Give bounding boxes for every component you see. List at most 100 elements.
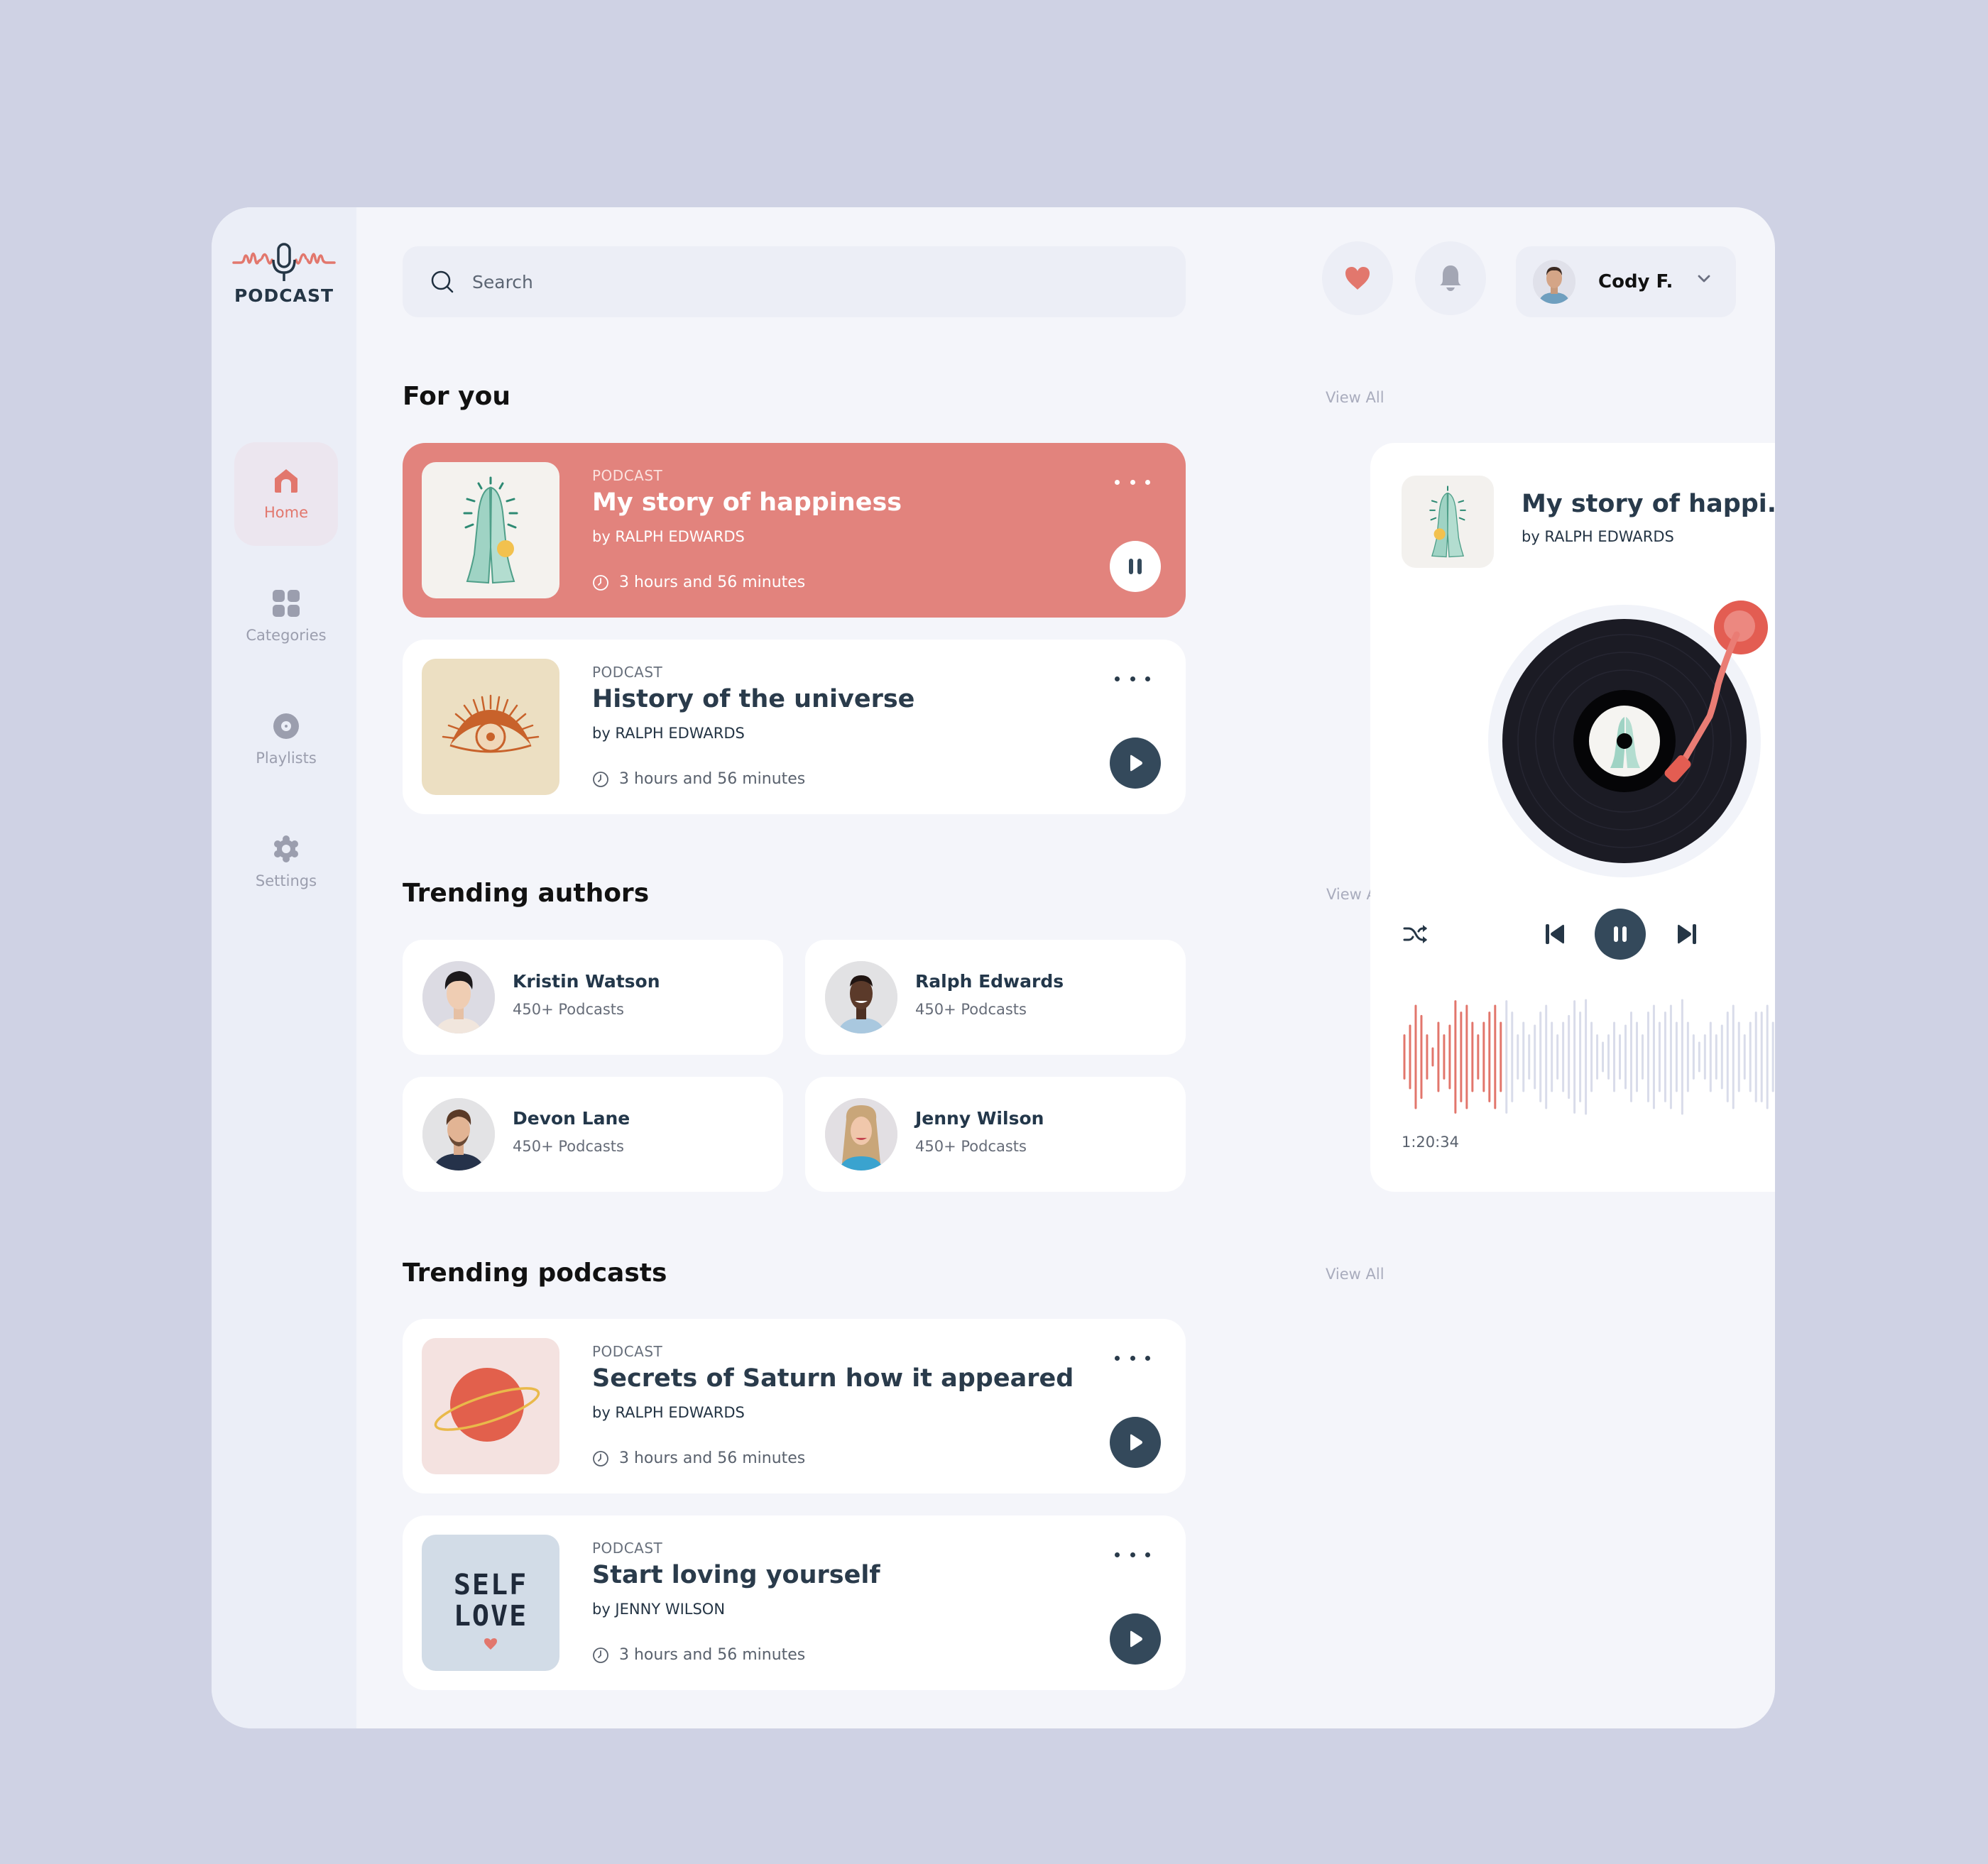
- disc-icon: [273, 713, 299, 739]
- podcast-author: by JENNY WILSON: [592, 1601, 726, 1618]
- author-avatar: [422, 1098, 495, 1171]
- podcast-author: by RALPH EDWARDS: [592, 725, 745, 742]
- clock-icon: [593, 1450, 608, 1466]
- gear-icon: [274, 835, 298, 862]
- podcast-card[interactable]: PODCAST Secrets of Saturn how it appeare…: [403, 1319, 1186, 1493]
- play-button[interactable]: [1110, 1613, 1161, 1665]
- main-content: Cody F. For you View All: [356, 207, 1775, 1728]
- podcast-duration: 3 hours and 56 minutes: [592, 574, 805, 591]
- sidebar: PODCAST Home Categories Playlists Settin…: [212, 207, 356, 1728]
- podcast-card[interactable]: SELF LOVE PODCAST Start loving yourself …: [403, 1515, 1186, 1690]
- author-card[interactable]: Devon Lane 450+ Podcasts: [403, 1077, 783, 1192]
- section-title-for-you: For you: [403, 382, 510, 411]
- sidebar-item-label: Home: [263, 504, 308, 521]
- author-card[interactable]: Kristin Watson 450+ Podcasts: [403, 940, 783, 1055]
- author-name: Kristin Watson: [513, 971, 660, 992]
- author-podcast-count: 450+ Podcasts: [915, 1001, 1027, 1018]
- current-time: 1:20:34: [1402, 1134, 1459, 1151]
- search-bar[interactable]: [403, 246, 1186, 317]
- podcast-kind: PODCAST: [592, 1343, 663, 1360]
- author-name: Devon Lane: [513, 1108, 630, 1129]
- section-title-trending-podcasts: Trending podcasts: [403, 1259, 667, 1288]
- user-profile-menu[interactable]: Cody F.: [1516, 246, 1736, 317]
- podcast-artwork: SELF LOVE: [422, 1535, 559, 1671]
- podcast-logo-icon: [232, 243, 336, 281]
- notifications-button[interactable]: [1415, 241, 1486, 315]
- podcast-artwork: [422, 1338, 559, 1474]
- author-name: Ralph Edwards: [915, 971, 1064, 992]
- pause-icon: [1614, 926, 1627, 942]
- section-title-trending-authors: Trending authors: [403, 879, 650, 908]
- author-avatar: [825, 961, 897, 1034]
- play-icon: [1130, 1434, 1142, 1451]
- now-playing-panel: My story of happi... by RALPH EDWARDS 1:…: [1370, 443, 1775, 1192]
- previous-button[interactable]: [1541, 909, 1569, 960]
- more-options-button[interactable]: [1115, 668, 1150, 689]
- podcast-card[interactable]: PODCAST My story of happiness by RALPH E…: [403, 443, 1186, 618]
- author-avatar: [825, 1098, 897, 1171]
- for-you-view-all-link[interactable]: View All: [1326, 389, 1384, 406]
- clock-icon: [593, 771, 608, 787]
- app-window: PODCAST Home Categories Playlists Settin…: [212, 207, 1775, 1728]
- grid-icon: [273, 590, 300, 617]
- next-button[interactable]: [1673, 909, 1701, 960]
- home-icon: [275, 469, 297, 493]
- logo: PODCAST: [212, 243, 356, 306]
- user-name: Cody F.: [1598, 271, 1673, 292]
- now-playing-author: by RALPH EDWARDS: [1522, 528, 1674, 545]
- sidebar-item-categories[interactable]: Categories: [234, 565, 338, 669]
- podcast-kind: PODCAST: [592, 664, 663, 681]
- vinyl-turntable: [1488, 601, 1768, 877]
- podcast-artwork: [422, 462, 559, 598]
- sidebar-item-label: Settings: [255, 872, 317, 889]
- sidebar-item-playlists[interactable]: Playlists: [234, 688, 338, 791]
- shuffle-icon: [1403, 925, 1427, 943]
- favorites-button[interactable]: [1322, 241, 1393, 315]
- sidebar-item-label: Playlists: [256, 750, 317, 767]
- now-playing-title: My story of happi...: [1522, 490, 1775, 518]
- podcast-artwork: [422, 659, 559, 795]
- podcast-title[interactable]: History of the universe: [592, 685, 914, 713]
- logo-text: PODCAST: [234, 285, 334, 306]
- heart-icon: [1345, 267, 1370, 290]
- artwork-text: SELF: [453, 1569, 528, 1601]
- now-playing-artwork: [1402, 476, 1494, 568]
- heart-icon: [484, 1638, 497, 1650]
- podcast-title[interactable]: Secrets of Saturn how it appeared: [592, 1364, 1074, 1393]
- author-card[interactable]: Jenny Wilson 450+ Podcasts: [805, 1077, 1186, 1192]
- clock-icon: [593, 1647, 608, 1663]
- play-button[interactable]: [1110, 1417, 1161, 1468]
- sidebar-item-home[interactable]: Home: [234, 442, 338, 546]
- clock-icon: [593, 574, 608, 591]
- more-options-button[interactable]: [1115, 471, 1150, 493]
- user-avatar: [1533, 260, 1575, 304]
- artwork-text: LOVE: [453, 1600, 528, 1633]
- search-input[interactable]: [472, 271, 1111, 292]
- podcast-author: by RALPH EDWARDS: [592, 1404, 745, 1421]
- shuffle-button[interactable]: [1402, 909, 1430, 960]
- more-options-button[interactable]: [1115, 1544, 1150, 1565]
- podcast-title[interactable]: My story of happiness: [592, 488, 902, 517]
- play-button[interactable]: [1110, 738, 1161, 789]
- trending-podcasts-view-all-link[interactable]: View All: [1326, 1266, 1384, 1283]
- author-podcast-count: 450+ Podcasts: [513, 1138, 624, 1155]
- more-options-button[interactable]: [1115, 1347, 1150, 1369]
- podcast-kind: PODCAST: [592, 1540, 663, 1557]
- playback-controls: [1402, 909, 1775, 960]
- author-podcast-count: 450+ Podcasts: [513, 1001, 624, 1018]
- podcast-author: by RALPH EDWARDS: [592, 528, 745, 545]
- author-card[interactable]: Ralph Edwards 450+ Podcasts: [805, 940, 1186, 1055]
- pause-button[interactable]: [1110, 541, 1161, 592]
- podcast-title[interactable]: Start loving yourself: [592, 1561, 880, 1589]
- skip-next-icon: [1678, 924, 1696, 944]
- bell-icon: [1440, 265, 1461, 291]
- podcast-card[interactable]: PODCAST History of the universe by RALPH…: [403, 640, 1186, 814]
- sidebar-item-label: Categories: [246, 627, 327, 644]
- author-name: Jenny Wilson: [915, 1108, 1044, 1129]
- chevron-down-icon: [1698, 275, 1710, 283]
- audio-waveform-progress[interactable]: [1402, 997, 1775, 1117]
- sidebar-item-settings[interactable]: Settings: [234, 811, 338, 914]
- skip-previous-icon: [1546, 924, 1564, 944]
- player-pause-button[interactable]: [1595, 909, 1646, 960]
- podcast-duration: 3 hours and 56 minutes: [592, 1646, 805, 1664]
